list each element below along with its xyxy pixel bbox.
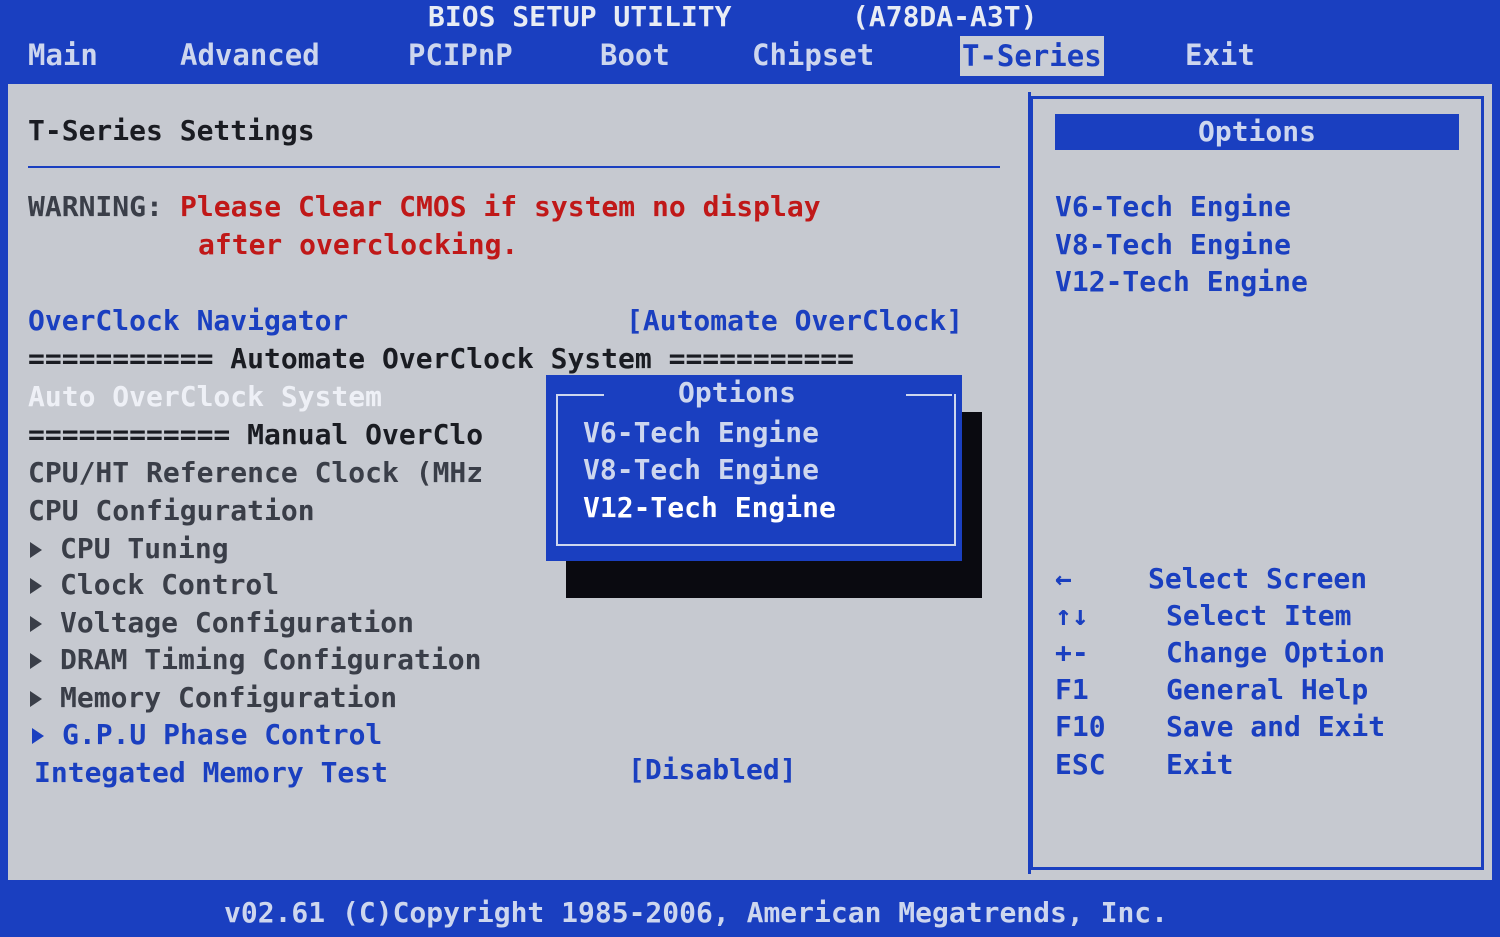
menu-chipset[interactable]: Chipset [752, 38, 874, 72]
automate-section-separator: =========== Automate OverClock System ==… [28, 342, 855, 375]
board-model: (A78DA-A3T) [852, 0, 1038, 33]
key-plus-minus: +- [1055, 636, 1089, 669]
warning-text-line1: Please Clear CMOS if system no display [180, 190, 821, 223]
submenu-voltage-configuration[interactable]: Voltage Configuration [30, 606, 414, 639]
key-esc: ESC [1055, 748, 1106, 781]
key-desc-change-option: Change Option [1166, 636, 1386, 669]
help-option-v8: V8-Tech Engine [1055, 228, 1292, 261]
submenu-label: CPU Tuning [60, 532, 229, 565]
warning-label: WARNING: [28, 190, 163, 223]
title-divider [28, 166, 1000, 168]
key-up-down-arrows: ↑↓ [1055, 599, 1089, 632]
submenu-arrow-icon [30, 542, 42, 558]
popup-option-v8[interactable]: V8-Tech Engine [583, 453, 819, 486]
help-option-v6: V6-Tech Engine [1055, 190, 1292, 223]
copyright-text: v02.61 (C)Copyright 1985-2006, American … [224, 896, 1169, 929]
cpu-ht-reference-clock-item[interactable]: CPU/HT Reference Clock (MHz [28, 456, 483, 489]
submenu-cpu-tuning[interactable]: CPU Tuning [30, 532, 229, 565]
key-desc-general-help: General Help [1166, 673, 1369, 706]
submenu-arrow-icon [30, 578, 42, 594]
key-f10: F10 [1055, 710, 1106, 743]
submenu-arrow-icon [30, 616, 42, 632]
key-desc-exit: Exit [1166, 748, 1234, 781]
submenu-label: Voltage Configuration [60, 606, 415, 639]
key-f1: F1 [1055, 673, 1089, 706]
submenu-label: Memory Configuration [60, 681, 398, 714]
section-title: T-Series Settings [28, 114, 315, 147]
submenu-clock-control[interactable]: Clock Control [30, 568, 279, 601]
submenu-arrow-icon [30, 653, 42, 669]
submenu-label: G.P.U Phase Control [62, 718, 383, 751]
popup-option-v12-selected[interactable]: V12-Tech Engine [583, 491, 836, 524]
key-desc-select-screen: Select Screen [1148, 562, 1368, 595]
cpu-configuration-item[interactable]: CPU Configuration [28, 494, 315, 527]
auto-overclock-system-item[interactable]: Auto OverClock System [28, 380, 382, 413]
menu-exit[interactable]: Exit [1185, 38, 1255, 72]
menu-main[interactable]: Main [28, 38, 98, 72]
integrated-memory-test-label[interactable]: Integated Memory Test [34, 756, 388, 789]
submenu-arrow-icon [32, 728, 44, 744]
menu-t-series[interactable]: T-Series [960, 36, 1104, 76]
menu-advanced[interactable]: Advanced [180, 38, 320, 72]
popup-option-v6[interactable]: V6-Tech Engine [583, 416, 819, 449]
bios-title: BIOS SETUP UTILITY [428, 0, 732, 33]
key-left-arrow: ← [1055, 562, 1072, 595]
submenu-gpu-phase-control[interactable]: G.P.U Phase Control [32, 718, 382, 751]
menu-pcipnp[interactable]: PCIPnP [408, 38, 513, 72]
overclock-navigator-value[interactable]: [Automate OverClock] [626, 304, 963, 337]
submenu-label: Clock Control [60, 568, 280, 601]
warning-text-line2: after overclocking. [198, 228, 519, 261]
submenu-dram-timing-configuration[interactable]: DRAM Timing Configuration [30, 643, 481, 676]
integrated-memory-test-value[interactable]: [Disabled] [628, 753, 797, 786]
popup-title: Options [678, 376, 797, 409]
key-desc-select-item: Select Item [1166, 599, 1352, 632]
manual-section-separator: ============ Manual OverClo [28, 418, 484, 451]
submenu-memory-configuration[interactable]: Memory Configuration [30, 681, 397, 714]
help-options-header: Options [1055, 114, 1459, 150]
title-bar [0, 0, 1500, 34]
key-desc-save-and-exit: Save and Exit [1166, 710, 1386, 743]
popup-border-top-right [906, 394, 952, 396]
help-option-v12: V12-Tech Engine [1055, 265, 1308, 298]
popup-border-top-left [556, 394, 604, 396]
submenu-label: DRAM Timing Configuration [60, 643, 482, 676]
menu-boot[interactable]: Boot [600, 38, 670, 72]
submenu-arrow-icon [30, 691, 42, 707]
overclock-navigator-label[interactable]: OverClock Navigator [28, 304, 348, 337]
